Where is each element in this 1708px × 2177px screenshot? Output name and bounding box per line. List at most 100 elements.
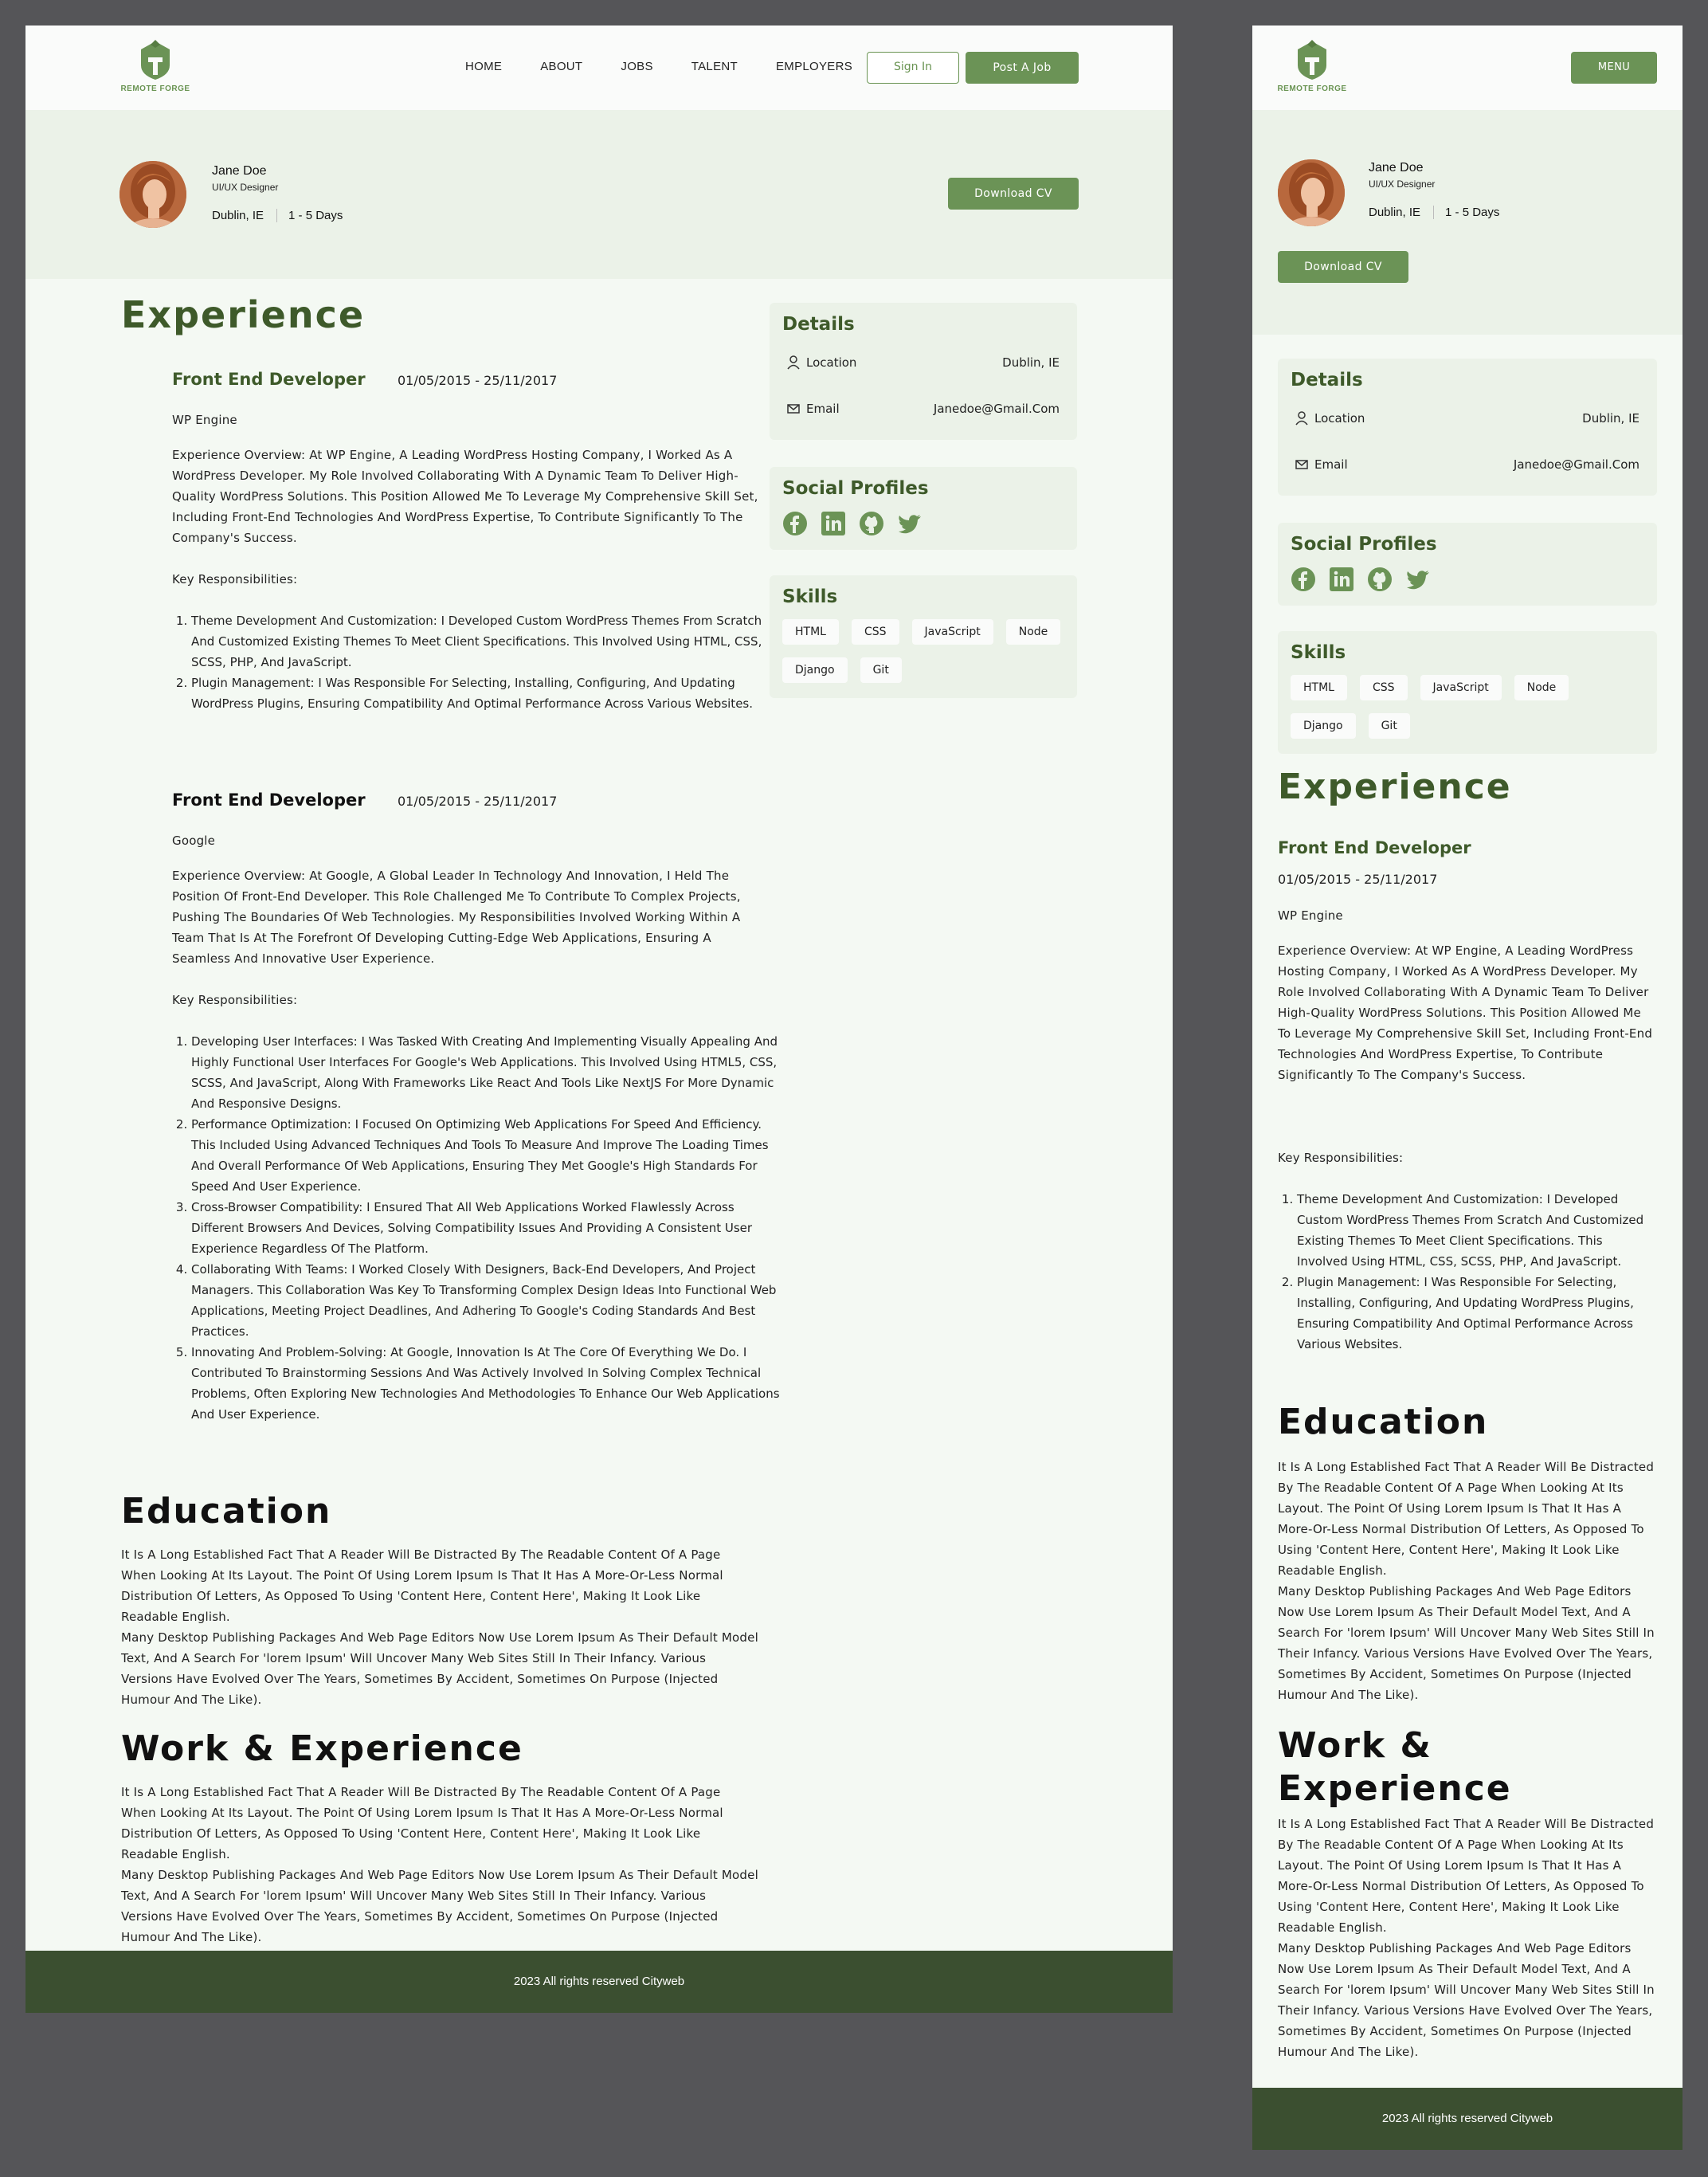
profile-availability: 1 - 5 Days: [1433, 206, 1499, 219]
nav-talent[interactable]: TALENT: [691, 59, 738, 75]
skills-title: Skills: [1291, 642, 1346, 663]
profile-band: Jane Doe UI/UX Designer Dublin, IE 1 - 5…: [25, 110, 1173, 279]
linkedin-icon[interactable]: [1329, 567, 1354, 592]
envelope-icon: [787, 404, 800, 414]
list-item: Innovating And Problem-Solving: At Googl…: [191, 1342, 781, 1425]
profile-role: UI/UX Designer: [1369, 178, 1436, 190]
work-paragraph: It Is A Long Established Fact That A Rea…: [121, 1785, 723, 1861]
education-paragraph: Many Desktop Publishing Packages And Web…: [121, 1630, 758, 1707]
social-card: Social Profiles: [770, 467, 1077, 550]
avatar: [1278, 159, 1345, 226]
work-heading: Work & Experience: [121, 1728, 523, 1769]
profile-band: Jane Doe UI/UX Designer Dublin, IE 1 - 5…: [1252, 110, 1683, 335]
skill-chip: Django: [782, 657, 848, 683]
nav-home[interactable]: HOME: [465, 59, 502, 75]
list-item: Performance Optimization: I Focused On O…: [191, 1114, 781, 1197]
details-title: Details: [1291, 370, 1363, 390]
job-title: Front End Developer: [172, 370, 366, 389]
experience-heading: Experience: [1278, 767, 1512, 807]
profile-role: UI/UX Designer: [212, 182, 279, 193]
twitter-icon[interactable]: [1405, 567, 1431, 592]
responsibilities-list: Theme Development And Customization: I D…: [172, 610, 781, 714]
facebook-icon[interactable]: [1291, 567, 1316, 592]
job-title: Front End Developer: [172, 790, 366, 810]
profile-location: Dublin, IE: [1369, 206, 1421, 219]
education-paragraph: It Is A Long Established Fact That A Rea…: [121, 1547, 723, 1624]
profile-location: Dublin, IE: [212, 209, 264, 222]
skills-card: Skills HTML CSS JavaScript Node Django G…: [1278, 631, 1657, 754]
twitter-icon[interactable]: [897, 511, 923, 536]
facebook-icon[interactable]: [782, 511, 808, 536]
job-dates: 01/05/2015 - 25/11/2017: [398, 794, 558, 809]
email-label: Email: [806, 402, 840, 416]
skill-chip: HTML: [1291, 675, 1347, 700]
email-value[interactable]: Janedoe@Gmail.Com: [1514, 457, 1639, 472]
list-item: Plugin Management: I Was Responsible For…: [1297, 1272, 1657, 1355]
education-text: It Is A Long Established Fact That A Rea…: [1278, 1457, 1657, 1705]
header: REMOTE FORGE MENU: [1252, 25, 1683, 110]
work-paragraph: Many Desktop Publishing Packages And Web…: [121, 1868, 758, 1944]
job-company: WP Engine: [1278, 908, 1343, 923]
avatar-image: [119, 161, 186, 228]
github-icon[interactable]: [859, 511, 884, 536]
education-paragraph: Many Desktop Publishing Packages And Web…: [1278, 1584, 1655, 1702]
job-company: Google: [172, 834, 216, 848]
skill-chip: JavaScript: [1420, 675, 1502, 700]
logo[interactable]: REMOTE FORGE: [1276, 40, 1348, 93]
list-item: Theme Development And Customization: I D…: [1297, 1189, 1657, 1272]
job-overview: Experience Overview: At WP Engine, A Lea…: [1278, 943, 1653, 1082]
skill-chip: HTML: [782, 619, 839, 645]
user-icon: [1295, 411, 1308, 426]
sign-in-button[interactable]: Sign In: [867, 52, 959, 84]
avatar: [119, 161, 186, 228]
social-icons: [782, 511, 923, 536]
work-text: It Is A Long Established Fact That A Rea…: [1278, 1814, 1657, 2062]
main-nav: HOME ABOUT JOBS TALENT EMPLOYERS: [465, 59, 891, 75]
work-text: It Is A Long Established Fact That A Rea…: [121, 1782, 758, 1948]
experience-heading: Experience: [121, 293, 366, 336]
logo[interactable]: REMOTE FORGE: [119, 40, 191, 93]
download-cv-button[interactable]: Download CV: [948, 178, 1079, 210]
linkedin-icon[interactable]: [821, 511, 846, 536]
details-card: Details Location Dublin, IE Email Janedo…: [770, 303, 1077, 440]
skills-list: HTML CSS JavaScript Node Django Git: [1291, 675, 1569, 739]
skill-chip: CSS: [851, 619, 899, 645]
work-paragraph: Many Desktop Publishing Packages And Web…: [1278, 1941, 1655, 2059]
nav-jobs[interactable]: JOBS: [621, 59, 652, 75]
profile-name: Jane Doe: [1369, 161, 1424, 175]
work-paragraph: It Is A Long Established Fact That A Rea…: [1278, 1817, 1655, 1935]
footer: 2023 All rights reserved Cityweb: [25, 1951, 1173, 2013]
github-icon[interactable]: [1367, 567, 1393, 592]
responsibilities-list: Developing User Interfaces: I Was Tasked…: [172, 1031, 781, 1425]
location-label: Location: [1314, 411, 1365, 426]
email-row: Email Janedoe@Gmail.Com: [787, 402, 1060, 416]
skill-chip: Node: [1005, 619, 1061, 645]
skills-card: Skills HTML CSS JavaScript Node Django G…: [770, 575, 1077, 698]
avatar-image: [1278, 159, 1345, 226]
education-paragraph: It Is A Long Established Fact That A Rea…: [1278, 1460, 1655, 1578]
email-label: Email: [1314, 457, 1348, 472]
post-job-button[interactable]: Post A Job: [966, 52, 1079, 84]
job-overview: Experience Overview: At WP Engine, A Lea…: [172, 448, 758, 545]
skill-chip: Git: [860, 657, 902, 683]
job-dates: 01/05/2015 - 25/11/2017: [1278, 872, 1438, 887]
email-value[interactable]: Janedoe@Gmail.Com: [934, 402, 1060, 416]
details-title: Details: [782, 314, 855, 335]
location-value: Dublin, IE: [1582, 411, 1639, 426]
list-item: Plugin Management: I Was Responsible For…: [191, 673, 781, 714]
skill-chip: CSS: [1359, 675, 1408, 700]
menu-button[interactable]: MENU: [1571, 52, 1657, 84]
profile-meta: Dublin, IE 1 - 5 Days: [212, 209, 343, 222]
responsibilities-list: Theme Development And Customization: I D…: [1278, 1189, 1657, 1355]
education-text: It Is A Long Established Fact That A Rea…: [121, 1544, 758, 1710]
education-heading: Education: [121, 1491, 332, 1532]
key-resp-label: Key Responsibilities:: [1278, 1151, 1404, 1165]
list-item: Cross-Browser Compatibility: I Ensured T…: [191, 1197, 781, 1259]
helmet-logo-icon: [141, 40, 170, 80]
nav-about[interactable]: ABOUT: [540, 59, 582, 75]
social-card: Social Profiles: [1278, 523, 1657, 606]
download-cv-button[interactable]: Download CV: [1278, 251, 1408, 283]
details-card: Details Location Dublin, IE Email Janedo…: [1278, 359, 1657, 496]
nav-employers[interactable]: EMPLOYERS: [776, 59, 852, 75]
profile-name: Jane Doe: [212, 164, 267, 178]
